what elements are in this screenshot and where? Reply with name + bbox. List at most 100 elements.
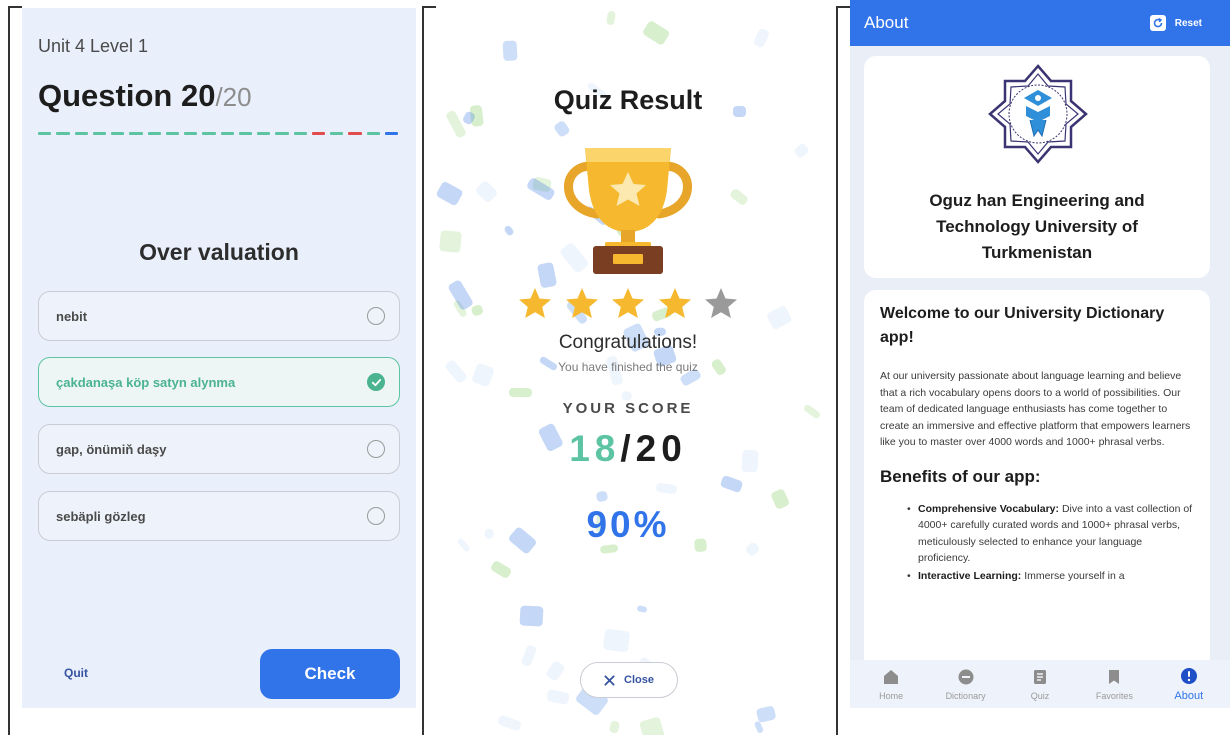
progress-segment [238, 132, 252, 135]
progress-segment [92, 132, 106, 135]
confetti-piece [545, 689, 570, 706]
score-value: 18/20 [433, 428, 823, 470]
panel-divider [836, 6, 850, 735]
nav-item-about[interactable]: About [1154, 667, 1224, 702]
reset-button[interactable]: Reset [1149, 15, 1202, 31]
quiz-result-screen: Quiz Result Congratulations! You have fi… [433, 8, 823, 735]
confetti-piece [439, 230, 462, 253]
progress-segment [111, 132, 125, 135]
confetti-piece [435, 180, 464, 207]
panel-divider [422, 6, 436, 735]
confetti-piece [639, 716, 667, 735]
answer-option-label: çakdanaşa köp satyn alynma [56, 374, 236, 390]
quiz-question-screen: Unit 4 Level 1 Question 20/20 Over valua… [22, 8, 416, 708]
close-button[interactable]: Close [580, 662, 678, 698]
score-correct: 18 [569, 428, 621, 469]
welcome-heading: Welcome to our University Dictionary app… [880, 305, 1165, 346]
close-icon [604, 674, 615, 686]
answer-option-2[interactable]: çakdanaşa köp satyn alynma [38, 357, 400, 407]
confetti-piece [496, 714, 522, 732]
benefits-list: Comprehensive Vocabulary: Dive into a va… [880, 501, 1194, 585]
nav-item-favorites[interactable]: Favorites [1079, 668, 1149, 701]
benefit-title: Interactive Learning: [918, 569, 1022, 582]
list-item: Interactive Learning: Immerse yourself i… [907, 568, 1194, 585]
confetti-piece [520, 643, 537, 667]
quiz-word: Over valuation [139, 239, 299, 265]
finished-text: You have finished the quiz [558, 360, 698, 374]
question-label: Question 20 [38, 78, 216, 113]
university-logo-icon [988, 64, 1088, 164]
confetti-piece [502, 224, 515, 237]
nav-item-dictionary[interactable]: Dictionary [931, 668, 1001, 701]
app-bar-title: About [864, 13, 909, 32]
confetti-piece [641, 20, 671, 47]
your-score-label: YOUR SCORE [562, 400, 694, 417]
answer-option-label: sebäpli gözleg [56, 508, 146, 524]
progress-segment [257, 132, 271, 135]
progress-segment [184, 132, 198, 135]
radio-unselected-icon [367, 440, 385, 458]
progress-segment [330, 132, 344, 135]
result-title: Quiz Result [553, 85, 703, 115]
confetti-piece [765, 305, 793, 331]
confetti-piece [753, 720, 764, 734]
progress-segment [293, 132, 307, 135]
star-empty-icon [705, 288, 737, 318]
confetti-piece [719, 474, 745, 494]
quit-button[interactable]: Quit [64, 666, 88, 680]
rating-stars [517, 286, 739, 320]
confetti-piece [609, 720, 621, 734]
star-filled-icon [658, 288, 691, 318]
radio-unselected-icon [367, 507, 385, 525]
answer-option-4[interactable]: sebäpli gözleg [38, 491, 400, 541]
check-button[interactable]: Check [260, 649, 400, 699]
screenshot-collage: Unit 4 Level 1 Question 20/20 Over valua… [0, 0, 1232, 735]
progress-segment [56, 132, 70, 135]
progress-segment [74, 132, 88, 135]
progress-segment [220, 132, 234, 135]
confetti-piece [502, 40, 518, 62]
bottom-navigation: Home Dictionary Quiz Favorites About [850, 660, 1230, 708]
answer-option-1[interactable]: nebit [38, 291, 400, 341]
home-icon [884, 669, 899, 684]
nav-label: Home [879, 690, 904, 701]
nav-label: Dictionary [945, 690, 986, 701]
about-screen: About Reset Oguz han Engineering and Tec… [850, 0, 1230, 708]
question-counter: Question 20/20 [38, 78, 252, 114]
confetti-piece [545, 659, 567, 682]
progress-segment [275, 132, 289, 135]
progress-segment [165, 132, 179, 135]
progress-segment [366, 132, 380, 135]
answer-option-label: nebit [56, 308, 88, 324]
confetti-piece [553, 119, 571, 138]
reset-icon [1149, 15, 1166, 31]
radio-unselected-icon [367, 307, 385, 325]
benefit-text: Immerse yourself in a [1021, 569, 1125, 582]
confetti-piece [595, 490, 609, 503]
university-name: Oguz han Engineering and Technology Univ… [929, 191, 1145, 262]
score-separator: / [620, 428, 636, 469]
dictionary-icon [958, 669, 974, 684]
progress-segment [384, 132, 398, 135]
nav-item-quiz[interactable]: Quiz [1005, 668, 1075, 701]
congrats-text: Congratulations! [558, 332, 698, 353]
nav-label: Favorites [1095, 690, 1133, 701]
unit-level-label: Unit 4 Level 1 [38, 36, 149, 56]
check-circle-icon [367, 373, 385, 391]
list-item: Comprehensive Vocabulary: Dive into a va… [907, 501, 1194, 567]
confetti-piece [474, 179, 499, 204]
panel-divider [8, 6, 22, 735]
nav-item-home[interactable]: Home [856, 668, 926, 701]
progress-segment [129, 132, 143, 135]
intro-paragraph: At our university passionate about langu… [880, 370, 1191, 448]
star-filled-icon [519, 288, 551, 318]
quiz-icon [1033, 669, 1046, 684]
favorites-icon [1109, 669, 1120, 684]
answer-option-3[interactable]: gap, önümiň daşy [38, 424, 400, 474]
confetti-piece [636, 605, 648, 614]
confetti-piece [753, 27, 771, 48]
progress-segment [38, 132, 52, 135]
question-total: /20 [215, 82, 252, 112]
confetti-piece [470, 304, 484, 318]
benefit-title: Comprehensive Vocabulary: [918, 502, 1060, 515]
